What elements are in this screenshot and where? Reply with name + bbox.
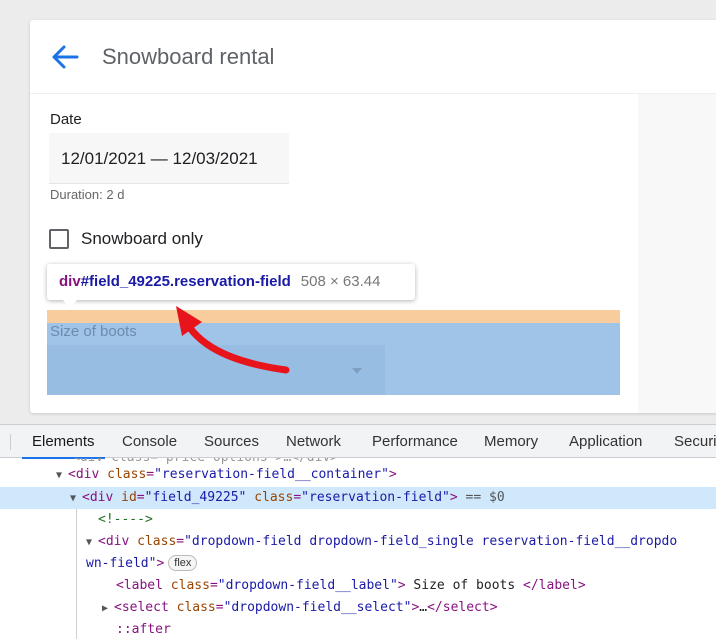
flex-badge[interactable]: flex	[168, 555, 198, 571]
dom-node-label[interactable]: <label class="dropdown-field__label"> Si…	[0, 575, 716, 597]
collapse-triangle-icon[interactable]: ▶	[102, 598, 114, 620]
date-label: Date	[50, 111, 82, 128]
expand-triangle-icon[interactable]: ▼	[70, 488, 82, 510]
checkbox-label: Snowboard only	[81, 229, 203, 248]
duration-text: Duration: 2 d	[50, 187, 125, 202]
dom-node-comment[interactable]: <!---->	[0, 509, 716, 531]
dom-node-dropdown-field[interactable]: ▼ <div class="dropdown-field dropdown-fie…	[0, 531, 716, 553]
tab-application[interactable]: Application	[569, 425, 642, 458]
expand-triangle-icon[interactable]: ▼	[56, 465, 68, 487]
expand-triangle-icon[interactable]: ▼	[86, 532, 98, 554]
snowboard-only-checkbox[interactable]	[49, 229, 69, 249]
red-arrow-annotation-icon	[176, 306, 290, 374]
boots-size-label: Size of boots	[50, 323, 137, 340]
dom-node-dropdown-field-cont[interactable]: wn-field"> flex	[0, 553, 716, 575]
dom-tree: <div class="price-options">…</div> ▼<div…	[0, 458, 716, 639]
dom-node-select[interactable]: ▶ <select class="dropdown-field__select">…	[0, 597, 716, 619]
tooltip-tag: div	[59, 273, 81, 290]
date-range-field[interactable]: 12/01/2021 — 12/03/2021	[49, 133, 289, 184]
back-arrow-icon[interactable]	[50, 43, 80, 71]
dropdown-chevron-icon	[352, 368, 362, 374]
side-panel	[638, 94, 716, 413]
app-viewport: Snowboard rental Date 12/01/2021 — 12/03…	[0, 0, 716, 424]
tooltip-pointer	[62, 299, 78, 308]
tab-console[interactable]: Console	[122, 425, 177, 458]
tab-network[interactable]: Network	[286, 425, 341, 458]
page-title: Snowboard rental	[102, 44, 275, 69]
highlight-margin-overlay	[47, 310, 620, 323]
tab-security[interactable]: Securi	[674, 425, 716, 458]
devtools-tab-bar: Elements Console Sources Network Perform…	[0, 425, 716, 459]
snowboard-only-checkbox-row[interactable]: Snowboard only	[49, 229, 203, 249]
dom-node-after-pseudo[interactable]: ::after	[0, 619, 716, 639]
tab-sources[interactable]: Sources	[204, 425, 259, 458]
dom-node-selected-reservation-field[interactable]: ▼ <div id="field_49225" class="reservatio…	[0, 487, 716, 509]
dom-node-container[interactable]: ▼ <div class="reservation-field__containe…	[0, 464, 716, 486]
tab-bar-divider	[10, 434, 11, 450]
tab-memory[interactable]: Memory	[484, 425, 538, 458]
tooltip-selector: #field_49225.reservation-field	[80, 273, 291, 290]
card-header: Snowboard rental	[30, 20, 716, 94]
devtools-panel: Elements Console Sources Network Perform…	[0, 424, 716, 639]
tooltip-size: 508 × 63.44	[300, 273, 381, 290]
tab-elements[interactable]: Elements	[22, 425, 104, 459]
reservation-card: Snowboard rental Date 12/01/2021 — 12/03…	[30, 20, 716, 413]
tab-performance[interactable]: Performance	[372, 425, 458, 458]
